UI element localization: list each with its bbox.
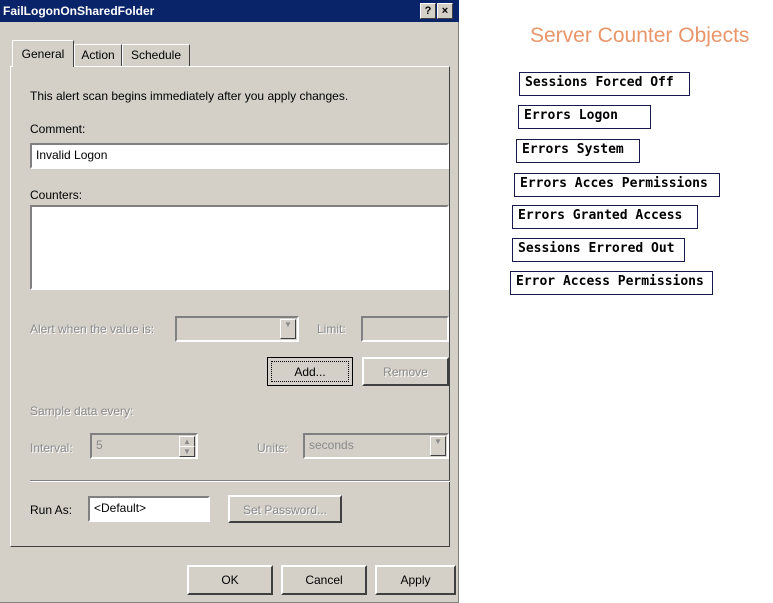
apply-button[interactable]: Apply [375,565,456,595]
cancel-button[interactable]: Cancel [281,565,367,595]
close-button[interactable]: × [437,3,453,19]
counter-item: Sessions Errored Out [512,238,685,262]
tab-general[interactable]: General [12,40,74,67]
alert-when-label: Alert when the value is: [30,322,155,336]
counter-item: Errors Granted Access [512,205,698,229]
remove-button[interactable]: Remove [362,357,449,386]
counters-list[interactable] [30,205,449,290]
spin-down-icon[interactable]: ▼ [179,446,195,457]
counter-item: Error Access Permissions [510,271,713,295]
interval-value: 5 [96,438,103,452]
server-counter-objects-title: Server Counter Objects [530,24,750,47]
units-label: Units: [257,441,288,455]
counter-item: Errors Acces Permissions [514,173,720,197]
alert-condition-select[interactable]: ▼ [175,316,299,342]
run-as-label: Run As: [30,503,73,517]
title-bar[interactable]: FailLogonOnSharedFolder ? × [0,0,459,22]
units-value: seconds [309,438,354,452]
interval-label: Interval: [30,441,73,455]
chevron-down-icon: ▼ [430,436,446,456]
help-button[interactable]: ? [420,3,436,19]
add-button[interactable]: Add... [267,357,353,386]
limit-field[interactable] [361,316,449,342]
add-button-label: Add... [271,361,349,382]
units-select[interactable]: seconds ▼ [303,433,449,459]
counters-label: Counters: [30,188,83,202]
comment-label: Comment: [30,122,86,136]
interval-stepper[interactable]: 5 ▲ ▼ [90,433,198,459]
chevron-down-icon: ▼ [280,319,296,339]
comment-field[interactable]: Invalid Logon [30,143,449,169]
limit-label: Limit: [317,322,346,336]
run-as-field[interactable]: <Default> [88,496,210,522]
counter-item: Errors System [516,139,640,163]
set-password-button[interactable]: Set Password... [228,495,342,523]
ok-button[interactable]: OK [187,565,273,595]
counter-item: Sessions Forced Off [519,72,690,96]
general-tab-panel [10,66,450,547]
sample-data-label: Sample data every: [30,404,134,418]
alert-properties-dialog: FailLogonOnSharedFolder ? × General Acti… [0,0,459,603]
intro-text: This alert scan begins immediately after… [30,89,349,103]
separator [30,480,450,482]
dialog-title: FailLogonOnSharedFolder [3,4,155,18]
tab-schedule[interactable]: Schedule [122,44,190,66]
tab-action[interactable]: Action [74,44,122,66]
counter-item: Errors Logon [518,105,651,129]
